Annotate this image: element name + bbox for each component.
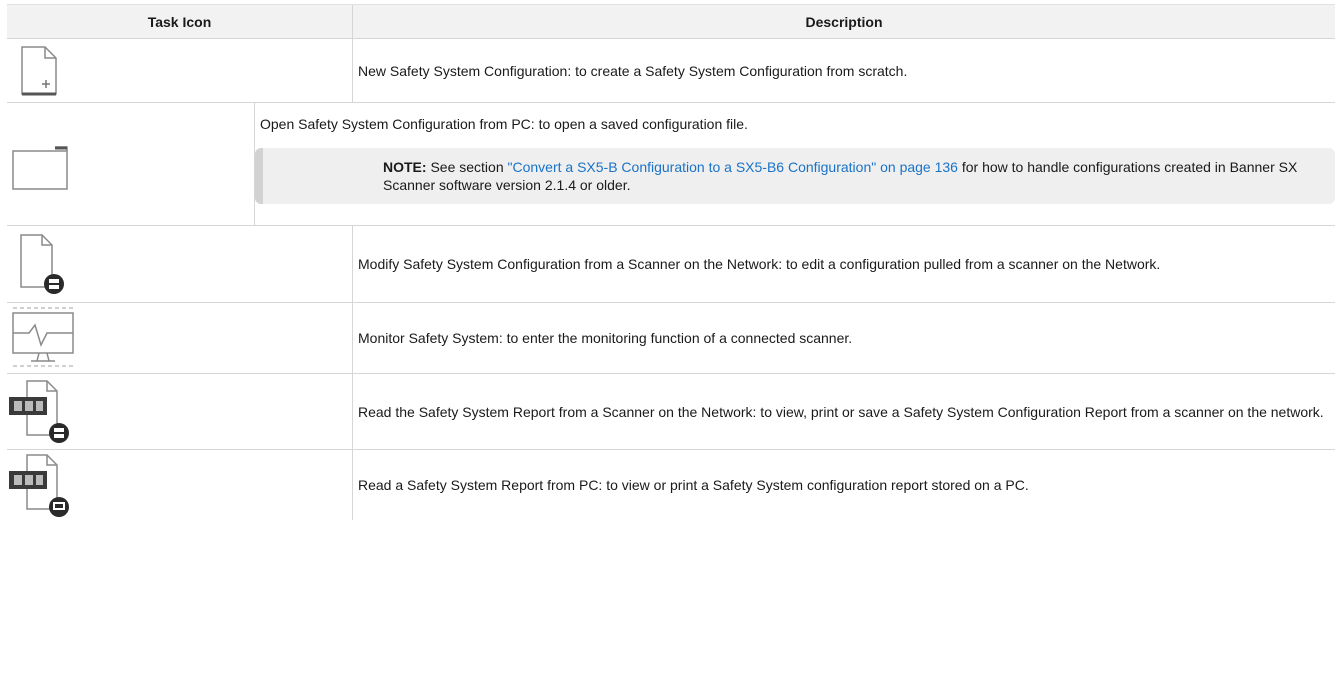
note-label: NOTE: — [383, 159, 427, 175]
row-text: New Safety System Configuration: to crea… — [358, 62, 908, 79]
pdf-pc-icon — [9, 454, 69, 517]
monitor-icon — [12, 307, 74, 367]
row-text: Modify Safety System Configuration from … — [358, 256, 1161, 272]
table-row: Read the Safety System Report from a Sca… — [7, 374, 1335, 450]
note-box: NOTE: See section "Convert a SX5-B Confi… — [255, 148, 1335, 204]
row-text: Read a Safety System Report from PC: to … — [358, 477, 1029, 493]
table-row: Open Safety System Configuration from PC… — [7, 103, 1335, 226]
new-file-icon — [21, 46, 57, 96]
table-row: Modify Safety System Configuration from … — [7, 226, 1335, 303]
task-table: Task Icon Description New Safety System … — [7, 4, 1335, 520]
table-row: Read a Safety System Report from PC: to … — [7, 450, 1335, 520]
header-description: Description — [805, 13, 883, 30]
table-row: New Safety System Configuration: to crea… — [7, 39, 1335, 103]
folder-icon — [12, 146, 68, 190]
cross-reference-link[interactable]: "Convert a SX5-B Configuration to a SX5-… — [508, 159, 958, 175]
file-scanner-icon — [20, 234, 64, 294]
row-text: Read the Safety System Report from a Sca… — [358, 403, 1324, 420]
table-header: Task Icon Description — [7, 4, 1335, 39]
note-prefix: See section — [430, 159, 504, 175]
pdf-scanner-icon — [9, 380, 69, 443]
header-task-icon: Task Icon — [7, 5, 353, 38]
table-row: Monitor Safety System: to enter the moni… — [7, 303, 1335, 374]
row-text: Open Safety System Configuration from PC… — [260, 116, 748, 132]
row-text: Monitor Safety System: to enter the moni… — [358, 330, 853, 346]
